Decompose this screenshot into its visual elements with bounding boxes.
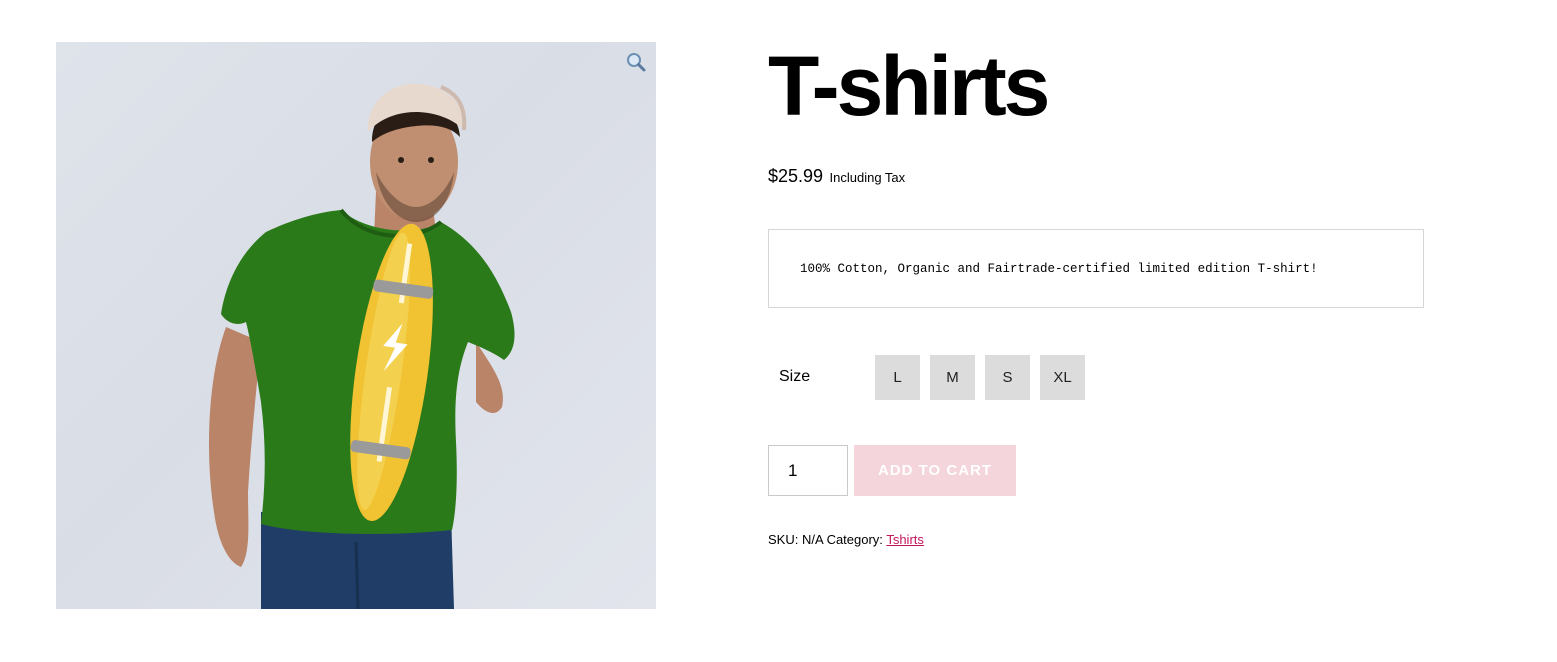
tax-label: Including Tax <box>829 170 906 185</box>
size-swatch-m[interactable]: M <box>930 355 975 400</box>
product-description: 100% Cotton, Organic and Fairtrade-certi… <box>768 229 1424 308</box>
sku-label: SKU: <box>768 532 799 547</box>
size-swatch-l[interactable]: L <box>875 355 920 400</box>
size-swatches: L M S XL <box>875 355 1085 400</box>
add-to-cart-button[interactable]: ADD TO CART <box>854 445 1016 496</box>
quantity-input[interactable] <box>768 445 848 496</box>
size-variations: Size L M S XL <box>768 355 1168 400</box>
add-to-cart-form: ADD TO CART <box>768 445 1016 496</box>
size-label: Size <box>779 368 811 385</box>
product-page: T-shirts $25.99 Including Tax 100% Cotto… <box>0 0 1557 662</box>
sku-value: N/A <box>801 532 823 547</box>
product-title: T-shirts <box>768 39 1050 133</box>
magnifier-icon <box>627 53 646 72</box>
size-swatch-s[interactable]: S <box>985 355 1030 400</box>
product-meta: SKU: N/A Category: Tshirts <box>768 532 924 547</box>
category-link[interactable]: Tshirts <box>886 532 924 547</box>
zoom-button[interactable] <box>624 50 648 74</box>
product-photo <box>209 83 515 609</box>
category-label: Category: <box>826 532 883 547</box>
product-image[interactable] <box>56 42 656 609</box>
price-row: $25.99 Including Tax <box>768 166 905 187</box>
size-swatch-xl[interactable]: XL <box>1040 355 1085 400</box>
product-price: $25.99 <box>768 166 824 186</box>
